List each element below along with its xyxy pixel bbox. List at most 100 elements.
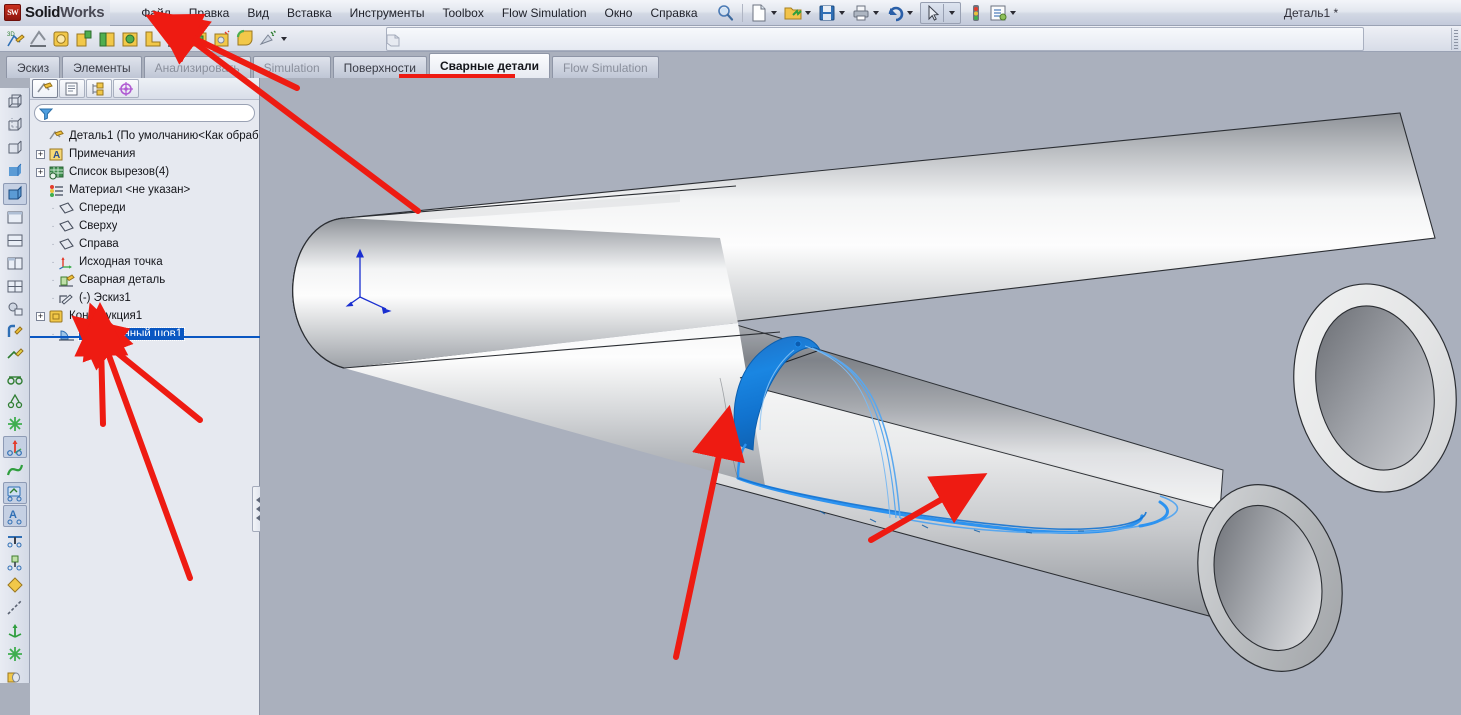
chevron-down-icon[interactable] [770,10,777,15]
weld-bead-corner-icon[interactable] [165,29,187,49]
extruded-boss-icon[interactable] [188,29,210,49]
tree-item-plane-top[interactable]: · Сверху [34,217,259,235]
sensor-icon[interactable] [3,413,27,435]
plane-icon[interactable] [3,528,27,550]
print-icon[interactable] [850,3,872,23]
tab-flow-simulation[interactable]: Flow Simulation [552,56,659,78]
feature-tree-tab[interactable] [32,79,58,98]
menu-item-file[interactable]: Файл [132,3,180,23]
tree-item-plane-front[interactable]: · Спереди [34,199,259,217]
viewport-single-icon[interactable] [3,206,27,228]
weldment-icon[interactable] [27,29,49,49]
tree-item-label: Примечания [69,148,136,160]
edit-appearance-icon[interactable] [3,321,27,343]
mass-properties-icon[interactable] [3,367,27,389]
tab-evaluate[interactable]: Анализировать [143,56,251,78]
view-hidden-lines-removed-icon[interactable] [3,137,27,159]
fillet-bead-toolbar-icon[interactable] [142,29,164,49]
viewport-two-vertical-icon[interactable] [3,252,27,274]
search-icon[interactable] [715,3,737,23]
chevron-down-icon[interactable] [948,10,955,15]
appearance-icon[interactable] [3,298,27,320]
toolbar-separator [741,3,743,22]
gusset-icon[interactable] [119,29,141,49]
undo-icon[interactable] [884,3,906,23]
menu-item-window[interactable]: Окно [596,3,642,23]
end-cap-icon[interactable] [96,29,118,49]
tree-item-origin[interactable]: · Исходная точка [34,253,259,271]
menu-item-toolbox[interactable]: Toolbox [433,3,492,23]
tree-item-structural-member1[interactable]: + Конструкция1 [34,307,259,325]
select-cursor-icon[interactable] [921,3,943,23]
menu-item-view[interactable]: Вид [238,3,278,23]
viewport-two-horizontal-icon[interactable] [3,229,27,251]
fillet-icon[interactable] [234,29,256,49]
origin-triad-icon[interactable] [3,620,27,642]
chevron-down-icon[interactable] [872,10,879,15]
chevron-down-icon[interactable] [1009,10,1016,15]
tab-simulation[interactable]: Simulation [252,56,331,78]
tree-item-annotations[interactable]: + A Примечания [34,145,259,163]
expand-icon[interactable]: + [36,167,45,177]
tree-item-material[interactable]: Материал <не указан> [34,181,259,199]
view-hidden-lines-visible-icon[interactable] [3,114,27,136]
structural-member-icon[interactable] [50,29,72,49]
split-line-icon[interactable] [3,597,27,619]
chevron-down-icon[interactable] [281,36,287,41]
tree-item-sketch1[interactable]: · (-) Эскиз1 [34,289,259,307]
view-shaded-with-edges-icon[interactable] [2,183,27,205]
tree-item-cut-list[interactable]: + Список вырезов(4) [34,163,259,181]
curve-icon[interactable] [3,459,27,481]
attach-icon[interactable] [3,666,27,688]
viewport-four-icon[interactable] [3,275,27,297]
trim-extend-icon[interactable] [73,29,95,49]
point-icon[interactable] [3,574,27,596]
section-properties-icon[interactable] [3,390,27,412]
chevron-down-icon[interactable] [804,10,811,15]
coordinate-system-icon[interactable] [2,436,27,458]
menu-item-tools[interactable]: Инструменты [341,3,434,23]
view-shaded-icon[interactable] [3,160,27,182]
tree-rollback-bar[interactable] [30,336,260,338]
new-document-icon[interactable] [748,3,770,23]
brand-bold: Solid [25,4,61,21]
extruded-cut-icon[interactable] [211,29,233,49]
view-display-strip: A [0,88,30,683]
display-manager-tab[interactable] [113,79,139,98]
property-manager-tab[interactable] [59,79,85,98]
configuration-manager-tab[interactable] [86,79,112,98]
axis-icon[interactable] [3,551,27,573]
tree-item-weldment[interactable]: · Сварная деталь [34,271,259,289]
tree-item-label: Деталь1 (По умолчанию<Как обработан [69,130,259,142]
main-pipe-open-end [1293,283,1457,493]
tab-features[interactable]: Элементы [62,56,142,78]
tree-item-fillet-bead1[interactable]: · Скругленный шов1 [34,325,259,343]
toolbar-grip[interactable] [1451,28,1459,50]
options-icon[interactable] [987,3,1009,23]
save-icon[interactable] [816,3,838,23]
rebuild-traffic-light-icon[interactable] [965,3,987,23]
measure-icon[interactable] [3,344,27,366]
menu-item-help[interactable]: Справка [641,3,706,23]
menu-item-insert[interactable]: Вставка [278,3,341,23]
menu-item-flow-simulation[interactable]: Flow Simulation [493,3,596,23]
menu-item-edit[interactable]: Правка [180,3,239,23]
graphics-viewport[interactable] [260,78,1461,715]
tab-sketch[interactable]: Эскиз [6,56,61,78]
expand-icon[interactable]: + [36,311,45,321]
feature-manager-tab-strip [30,78,259,100]
tree-item-plane-right[interactable]: · Справа [34,235,259,253]
annotation-icon[interactable]: A [2,505,27,527]
tree-item-part[interactable]: Деталь1 (По умолчанию<Как обработан [34,127,259,145]
expand-icon[interactable]: + [36,149,45,159]
view-wireframe-icon[interactable] [3,91,27,113]
feature-tree-filter-input[interactable] [34,104,255,122]
pattern-icon[interactable] [257,29,279,49]
chevron-down-icon[interactable] [838,10,845,15]
chevron-down-icon[interactable] [906,10,913,15]
tree-item-label: Спереди [79,202,126,214]
sketch-3d-icon[interactable]: 3D [4,29,26,49]
reference-geometry-icon[interactable] [2,482,27,504]
star-icon[interactable] [3,643,27,665]
open-folder-icon[interactable] [782,3,804,23]
